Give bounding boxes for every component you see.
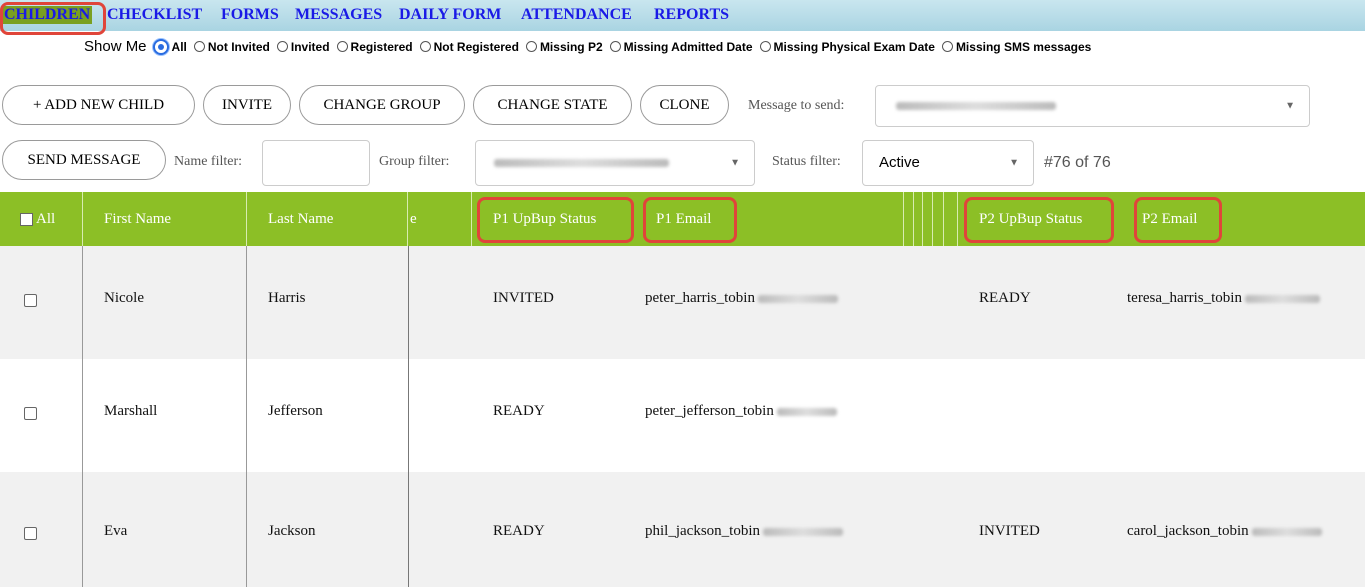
- radio-all[interactable]: All: [152, 38, 187, 55]
- radio-missing-sms-messages[interactable]: Missing SMS messages: [941, 40, 1091, 54]
- nav-checklist[interactable]: CHECKLIST: [107, 6, 202, 24]
- add-new-child-button[interactable]: + ADD NEW CHILD: [2, 85, 195, 125]
- cell-p2-status: READY: [979, 290, 1031, 306]
- redacted-text: [776, 407, 837, 416]
- radio-icon: [193, 41, 205, 52]
- radio-registered[interactable]: Registered: [336, 40, 413, 54]
- chevron-down-icon: ▼: [1009, 157, 1019, 169]
- status-filter-label: Status filter:: [772, 154, 841, 169]
- header-p2-email[interactable]: P2 Email: [1142, 192, 1197, 246]
- frozen-column-divider: [408, 246, 409, 587]
- cell-p1-email: peter_harris_tobin: [645, 290, 838, 307]
- column-divider: [471, 192, 472, 246]
- table-header: All First Name Last Name e P1 UpBup Stat…: [0, 192, 1365, 246]
- radio-missing-admitted-date[interactable]: Missing Admitted Date: [609, 40, 753, 54]
- group-filter-select[interactable]: ▼: [475, 140, 755, 186]
- status-filter-value: Active: [879, 154, 920, 171]
- clone-button[interactable]: CLONE: [640, 85, 729, 125]
- header-p2-upbup-status[interactable]: P2 UpBup Status: [979, 192, 1082, 246]
- message-to-send-label: Message to send:: [748, 98, 845, 113]
- radio-invited[interactable]: Invited: [276, 40, 330, 54]
- cell-first-name: Marshall: [104, 403, 158, 419]
- cell-p2-status: INVITED: [979, 523, 1040, 539]
- nav-attendance[interactable]: ATTENDANCE: [521, 6, 632, 24]
- radio-icon: [419, 41, 431, 52]
- redacted-text: [757, 294, 838, 303]
- column-divider: [943, 192, 944, 246]
- table-row[interactable]: Nicole Harris INVITED peter_harris_tobin…: [0, 246, 1365, 359]
- radio-icon: [525, 41, 537, 52]
- table-row[interactable]: Marshall Jefferson READY peter_jefferson…: [0, 359, 1365, 472]
- radio-selected-icon: [152, 38, 169, 55]
- top-nav: CHILDREN CHECKLIST FORMS MESSAGES DAILY …: [0, 0, 1365, 31]
- cell-last-name: Harris: [268, 290, 306, 306]
- chevron-down-icon: ▼: [730, 157, 740, 169]
- cell-p1-email: peter_jefferson_tobin: [645, 403, 837, 420]
- message-to-send-select[interactable]: ▼: [875, 85, 1310, 127]
- column-divider: [407, 192, 408, 246]
- cell-first-name: Nicole: [104, 290, 144, 306]
- change-state-button[interactable]: CHANGE STATE: [473, 85, 632, 125]
- row-checkbox[interactable]: [24, 527, 37, 540]
- radio-missing-physical-exam-date[interactable]: Missing Physical Exam Date: [759, 40, 935, 54]
- redacted-text: [1251, 527, 1322, 536]
- table-row[interactable]: Eva Jackson READY phil_jackson_tobin INV…: [0, 472, 1365, 587]
- radio-not-registered[interactable]: Not Registered: [419, 40, 519, 54]
- nav-children[interactable]: CHILDREN: [2, 6, 93, 24]
- nav-daily-form[interactable]: DAILY FORM: [399, 6, 501, 24]
- column-divider: [922, 192, 923, 246]
- cell-p1-status: READY: [493, 403, 545, 419]
- send-message-button[interactable]: SEND MESSAGE: [2, 140, 166, 180]
- cell-p1-status: READY: [493, 523, 545, 539]
- radio-missing-p2[interactable]: Missing P2: [525, 40, 603, 54]
- redacted-text: [494, 159, 669, 167]
- column-divider: [246, 246, 247, 587]
- header-last-name[interactable]: Last Name: [268, 192, 333, 246]
- radio-icon: [609, 41, 621, 52]
- radio-icon: [336, 41, 348, 52]
- radio-icon: [759, 41, 771, 52]
- select-all-checkbox[interactable]: [20, 212, 33, 226]
- column-divider: [903, 192, 904, 246]
- nav-forms[interactable]: FORMS: [221, 6, 279, 24]
- show-me-filter: Show Me All Not Invited Invited Register…: [84, 38, 1098, 55]
- cell-first-name: Eva: [104, 523, 128, 539]
- column-divider: [957, 192, 958, 246]
- cell-last-name: Jefferson: [268, 403, 323, 419]
- radio-not-invited[interactable]: Not Invited: [193, 40, 270, 54]
- cell-p1-status: INVITED: [493, 290, 554, 306]
- invite-button[interactable]: INVITE: [203, 85, 291, 125]
- cell-p2-email: carol_jackson_tobin: [1127, 523, 1322, 540]
- header-p1-upbup-status[interactable]: P1 UpBup Status: [493, 192, 596, 246]
- redacted-text: [1244, 294, 1320, 303]
- show-me-label: Show Me: [84, 38, 147, 55]
- record-count: #76 of 76: [1044, 154, 1111, 171]
- change-group-button[interactable]: CHANGE GROUP: [299, 85, 465, 125]
- radio-icon: [941, 41, 953, 52]
- header-p1-email[interactable]: P1 Email: [656, 192, 711, 246]
- name-filter-label: Name filter:: [174, 154, 243, 169]
- nav-messages[interactable]: MESSAGES: [295, 6, 382, 24]
- chevron-down-icon: ▼: [1285, 100, 1295, 112]
- row-checkbox[interactable]: [24, 294, 37, 307]
- column-divider: [932, 192, 933, 246]
- cell-p2-email: teresa_harris_tobin: [1127, 290, 1320, 307]
- header-truncated[interactable]: e: [410, 192, 417, 246]
- cell-last-name: Jackson: [268, 523, 316, 539]
- status-filter-select[interactable]: Active ▼: [862, 140, 1034, 186]
- select-all-header[interactable]: All: [20, 192, 55, 246]
- name-filter-input[interactable]: [262, 140, 370, 186]
- nav-reports[interactable]: REPORTS: [654, 6, 729, 24]
- group-filter-label: Group filter:: [379, 154, 450, 169]
- row-checkbox[interactable]: [24, 407, 37, 420]
- column-divider: [913, 192, 914, 246]
- header-first-name[interactable]: First Name: [104, 192, 171, 246]
- column-divider: [246, 192, 247, 246]
- redacted-text: [896, 102, 1056, 110]
- redacted-text: [763, 527, 843, 536]
- cell-p1-email: phil_jackson_tobin: [645, 523, 843, 540]
- column-divider: [82, 192, 83, 246]
- radio-icon: [276, 41, 288, 52]
- column-divider: [82, 246, 83, 587]
